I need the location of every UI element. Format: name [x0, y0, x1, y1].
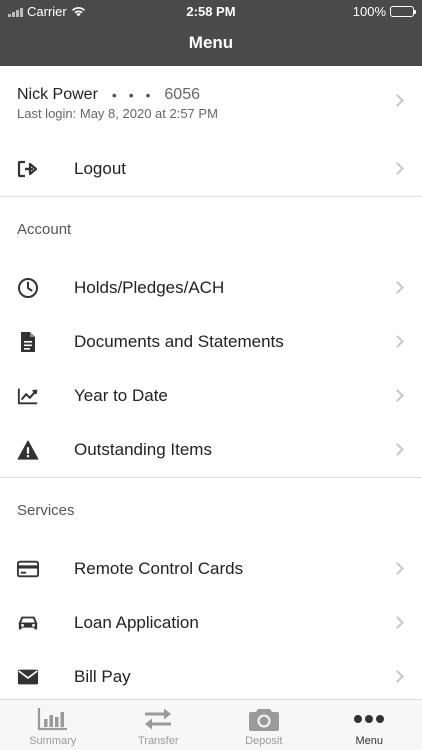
- masked-account-dots: • • •: [111, 87, 155, 103]
- tab-deposit[interactable]: Deposit: [211, 700, 317, 750]
- menu-item-holds-pledges-ach[interactable]: Holds/Pledges/ACH: [0, 261, 422, 315]
- tab-transfer[interactable]: Transfer: [106, 700, 212, 750]
- logout-label: Logout: [74, 159, 126, 178]
- chevron-right-icon: [391, 389, 404, 402]
- chevron-right-icon: [391, 562, 404, 575]
- tab-label: Deposit: [245, 735, 283, 747]
- profile-row[interactable]: Nick Power • • • 6056 Last login: May 8,…: [0, 66, 422, 142]
- tab-summary[interactable]: Summary: [0, 700, 106, 750]
- car-icon: [17, 612, 39, 634]
- chevron-right-icon: [391, 616, 404, 629]
- logout-row[interactable]: Logout: [0, 142, 422, 196]
- envelope-icon: [17, 666, 39, 688]
- last-login: Last login: May 8, 2020 at 2:57 PM: [17, 106, 218, 121]
- menu-item-documents-statements[interactable]: Documents and Statements: [0, 315, 422, 369]
- tab-label: Transfer: [137, 735, 179, 747]
- menu-item-loan-application[interactable]: Loan Application: [0, 596, 422, 650]
- camera-icon: [247, 706, 281, 732]
- profile-name: Nick Power: [17, 86, 98, 103]
- chevron-right-icon: [391, 443, 404, 456]
- menu-item-label: Holds/Pledges/ACH: [74, 278, 225, 297]
- menu-item-outstanding-items[interactable]: Outstanding Items: [0, 423, 422, 477]
- tab-bar: Summary Transfer Deposit Menu: [0, 699, 422, 750]
- bar-chart-icon: [36, 706, 70, 732]
- page-title: Menu: [188, 33, 234, 52]
- menu-item-label: Year to Date: [74, 386, 168, 405]
- profile-name-line: Nick Power • • • 6056: [17, 86, 406, 104]
- document-icon: [17, 331, 39, 353]
- menu-item-year-to-date[interactable]: Year to Date: [0, 369, 422, 423]
- menu-item-label: Outstanding Items: [74, 440, 212, 459]
- section-header-services: Services: [17, 502, 75, 519]
- transfer-arrows-icon: [141, 706, 175, 732]
- menu-item-label: Remote Control Cards: [74, 559, 244, 578]
- more-dots-icon: [352, 706, 386, 732]
- menu-item-label: Loan Application: [74, 613, 199, 632]
- menu-item-label: Documents and Statements: [74, 332, 284, 351]
- chevron-right-icon: [391, 162, 404, 175]
- clock-icon: [17, 277, 39, 299]
- credit-card-icon: [17, 558, 39, 580]
- tab-label: Menu: [355, 735, 384, 747]
- status-right: 100%: [352, 4, 416, 19]
- trend-chart-icon: [17, 385, 39, 407]
- tab-menu[interactable]: Menu: [317, 700, 422, 750]
- warning-icon: [17, 439, 39, 461]
- chevron-right-icon: [391, 281, 404, 294]
- logout-icon: [17, 158, 39, 180]
- menu-item-label: Bill Pay: [74, 667, 131, 686]
- battery-percent: 100%: [352, 4, 386, 19]
- tab-label: Summary: [29, 735, 77, 747]
- battery-icon: [390, 6, 416, 17]
- menu-item-bill-pay[interactable]: Bill Pay: [0, 650, 422, 699]
- chevron-right-icon: [391, 670, 404, 683]
- menu-item-remote-control-cards[interactable]: Remote Control Cards: [0, 542, 422, 596]
- account-suffix: 6056: [164, 86, 200, 103]
- chevron-right-icon: [391, 335, 404, 348]
- menu-list: Nick Power • • • 6056 Last login: May 8,…: [0, 66, 422, 699]
- section-header-account: Account: [17, 221, 72, 238]
- status-bar: Carrier 2:58 PM 100%: [0, 0, 422, 22]
- navigation-bar: Menu: [0, 22, 422, 66]
